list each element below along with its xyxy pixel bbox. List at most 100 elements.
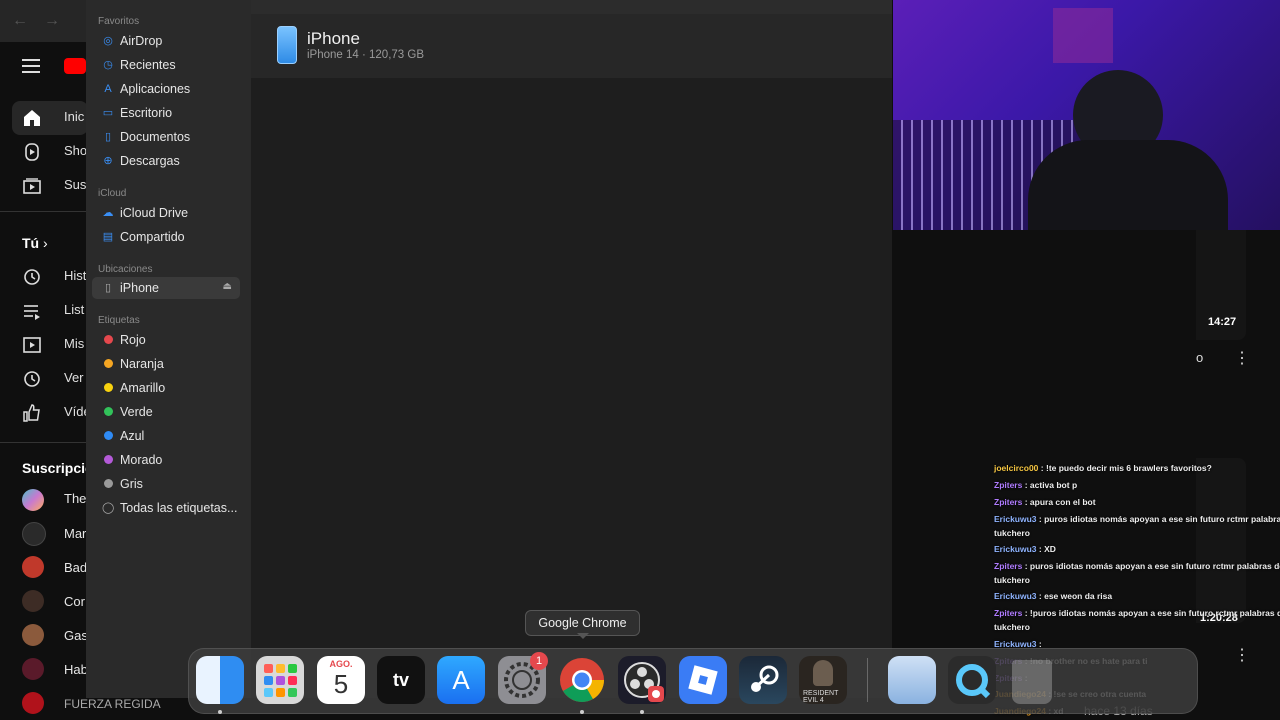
finder-icon[interactable]	[196, 656, 244, 704]
quicktime-icon[interactable]	[948, 656, 996, 704]
eject-icon[interactable]: ⏏	[223, 281, 232, 292]
avatar[interactable]	[22, 556, 44, 578]
webcam-overlay	[893, 0, 1280, 230]
subscription-label[interactable]: Gas	[64, 628, 88, 643]
chat-text: XD	[1044, 544, 1056, 554]
system-settings-icon[interactable]: 1	[498, 652, 548, 704]
avatar[interactable]	[22, 590, 44, 612]
launchpad-icon[interactable]	[256, 656, 304, 704]
youtube-logo-icon[interactable]	[64, 58, 86, 74]
app-store-icon[interactable]: A	[437, 656, 485, 704]
subscription-label[interactable]: The	[64, 491, 86, 506]
nav-item-history[interactable]: Hist	[0, 260, 90, 294]
apple-tv-icon[interactable]: tv	[377, 656, 425, 704]
sidebar-label: Todas las etiquetas...	[120, 501, 238, 515]
you-section-title[interactable]: Tú ›	[22, 235, 48, 251]
person-body	[1028, 140, 1228, 230]
sidebar-item-descargas[interactable]: ⊕ Descargas	[92, 150, 240, 172]
avatar[interactable]	[22, 624, 44, 646]
sidebar-label: Morado	[120, 453, 163, 467]
sidebar-item-aplicaciones[interactable]: A Aplicaciones	[92, 78, 240, 100]
subscription-label[interactable]: Bad	[64, 560, 87, 575]
avatar[interactable]	[22, 692, 44, 714]
subscription-label[interactable]: Hab	[64, 662, 88, 677]
section-etiquetas: Etiquetas	[98, 315, 140, 326]
nav-item-watch-later[interactable]: Ver	[0, 362, 90, 396]
subscription-label[interactable]: Mar	[64, 526, 86, 541]
tag-naranja[interactable]: Naranja	[92, 353, 240, 375]
chat-separator: :	[1022, 480, 1030, 490]
sidebar-item-recientes[interactable]: ◷ Recientes	[92, 54, 240, 76]
tooltip-arrow	[577, 633, 589, 639]
avatar[interactable]	[22, 489, 44, 511]
chevron-right-icon: ›	[43, 235, 48, 251]
nav-item-your-videos[interactable]: Mis	[0, 328, 90, 362]
nav-item-subscriptions[interactable]: Sus	[0, 169, 90, 203]
shorts-icon	[25, 143, 39, 161]
chat-message: tukchero	[994, 575, 1030, 585]
tag-morado[interactable]: Morado	[92, 449, 240, 471]
clock-icon: ◷	[103, 59, 113, 71]
menu-icon[interactable]	[22, 58, 42, 74]
tag-gris[interactable]: Gris	[92, 473, 240, 495]
subscription-label[interactable]: FUERZA REGIDA	[64, 697, 161, 711]
sidebar-item-airdrop[interactable]: ◎ AirDrop	[92, 30, 240, 52]
nav-item-home[interactable]: Inic	[0, 101, 90, 135]
document-icon: ▯	[104, 131, 112, 143]
tag-amarillo[interactable]: Amarillo	[92, 377, 240, 399]
sidebar-label: Documentos	[120, 130, 191, 144]
subscriptions-title: Suscripcio	[22, 460, 94, 476]
sidebar-item-documentos[interactable]: ▯ Documentos	[92, 126, 240, 148]
device-row-iphone[interactable]: iPhone iPhone 14 · 120,73 GB	[251, 14, 892, 78]
subscription-label[interactable]: Cor	[64, 594, 85, 609]
chat-text: apura con el bot	[1029, 497, 1096, 507]
video-thumbnail[interactable]	[1196, 458, 1246, 623]
trash-icon[interactable]	[1012, 660, 1052, 704]
all-tags[interactable]: ◯ Todas las etiquetas...	[92, 497, 240, 519]
chat-text: activa bot p	[1029, 480, 1078, 490]
back-arrow-icon[interactable]: ←	[12, 12, 32, 32]
chat-text: puros idiotas nomás apoyan a ese sin fut…	[1044, 514, 1280, 524]
sidebar-item-compartido[interactable]: ▤ Compartido	[92, 226, 240, 248]
roblox-icon[interactable]	[679, 656, 727, 704]
finder-sidebar: Favoritos ◎ AirDrop ◷ Recientes A Aplicacio…	[86, 0, 252, 698]
video-duration: 14:27	[1208, 316, 1237, 328]
chat-text: ese weon da risa	[1044, 591, 1113, 601]
sidebar-item-iphone[interactable]: ▯ iPhone ⏏	[92, 277, 240, 299]
sidebar-item-icloud-drive[interactable]: ☁ iCloud Drive	[92, 202, 240, 224]
nav-item-shorts[interactable]: Sho	[0, 135, 90, 169]
tag-azul[interactable]: Azul	[92, 425, 240, 447]
more-options-icon[interactable]: ⋮	[1234, 645, 1250, 665]
avatar[interactable]	[22, 522, 46, 546]
tag-dot-icon	[104, 383, 113, 392]
sidebar-label: Azul	[120, 429, 145, 443]
tag-rojo[interactable]: Rojo	[92, 329, 240, 351]
chat-text: !te puedo decir mis 6 brawlers favoritos…	[1045, 463, 1212, 473]
roblox-logo	[688, 665, 718, 695]
nav-item-liked[interactable]: Víde	[0, 396, 91, 430]
calendar-icon[interactable]: AGO. 5	[317, 656, 365, 704]
steam-icon[interactable]	[739, 656, 787, 704]
cloud-icon: ☁	[102, 207, 114, 219]
quicktime-logo	[956, 664, 991, 699]
tag-verde[interactable]: Verde	[92, 401, 240, 423]
launchpad-grid	[264, 664, 297, 697]
avatar[interactable]	[22, 658, 44, 680]
resident-evil-icon[interactable]: RESIDENT EVIL 4	[799, 656, 847, 704]
preview-icon[interactable]	[888, 656, 936, 704]
forward-arrow-icon[interactable]: →	[44, 12, 64, 32]
nav-item-playlists[interactable]: List	[0, 294, 90, 328]
sidebar-label: iPhone	[120, 281, 159, 295]
tag-dot-icon	[104, 455, 113, 464]
section-ubicaciones: Ubicaciones	[98, 264, 153, 275]
sidebar-label: Verde	[120, 405, 153, 419]
chrome-icon[interactable]	[558, 656, 606, 704]
more-options-icon[interactable]: ⋮	[1234, 348, 1250, 368]
nav-label: Sho	[64, 143, 88, 158]
obs-logo	[624, 662, 664, 702]
nav-label: Mis	[64, 336, 85, 351]
tag-dot-icon	[104, 359, 113, 368]
obs-icon[interactable]	[618, 656, 666, 704]
sidebar-label: Rojo	[120, 333, 146, 347]
sidebar-item-escritorio[interactable]: ▭ Escritorio	[92, 102, 240, 124]
